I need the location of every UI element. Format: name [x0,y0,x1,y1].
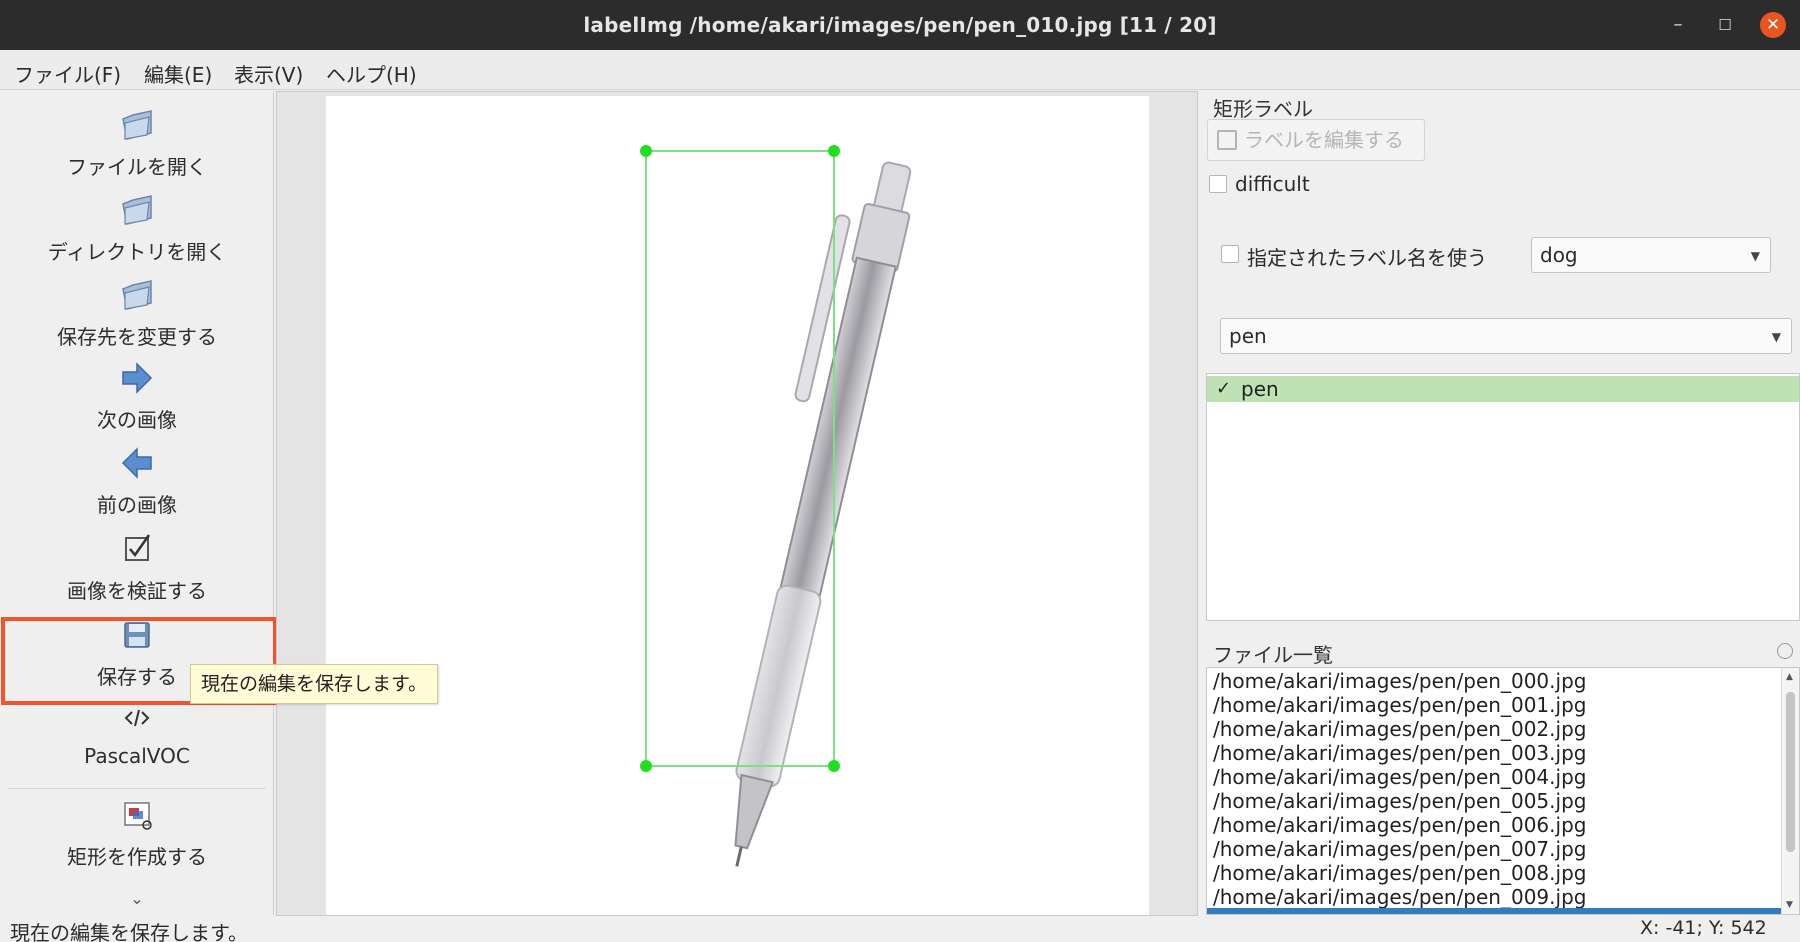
prev-image-button[interactable]: 前の画像 [0,439,274,523]
file-list-item[interactable]: /home/akari/images/pen/pen_008.jpg [1213,861,1586,885]
open-dir-button[interactable]: ディレクトリを開く [0,186,274,270]
bounding-box[interactable] [645,150,835,767]
toolbar-more-icon[interactable]: ⌄ [0,889,274,908]
chevron-down-icon: ▼ [1750,249,1760,263]
label-item-text: pen [1241,377,1279,401]
cursor-position: X: -41; Y: 542 [1640,917,1767,939]
file-list-item[interactable]: /home/akari/images/pen/pen_009.jpg [1213,885,1586,909]
file-list-item[interactable]: /home/akari/images/pen/pen_001.jpg [1213,693,1586,717]
next-image-button[interactable]: 次の画像 [0,354,274,438]
edit-label-text: ラベルを編集する [1244,128,1404,152]
verify-image-button[interactable]: 画像を検証する [0,525,274,609]
file-list-item[interactable]: /home/akari/images/pen/pen_005.jpg [1213,789,1586,813]
arrow-right-icon [122,362,153,394]
change-save-dir-label: 保存先を変更する [57,325,217,349]
scroll-down-icon[interactable]: ▼ [1786,900,1793,910]
label-combo[interactable]: pen ▼ [1220,318,1792,354]
file-list-item[interactable]: /home/akari/images/pen/pen_003.jpg [1213,741,1586,765]
box-handle-top-right[interactable] [828,145,840,157]
file-list-scrollbar[interactable]: ▲ ▼ [1781,668,1799,914]
label-combo-value: pen [1229,324,1267,348]
minimize-button[interactable]: – [1665,12,1691,38]
file-list-item[interactable]: /home/akari/images/pen/pen_000.jpg [1213,669,1586,693]
open-dir-label: ディレクトリを開く [47,240,227,264]
file-list-item[interactable]: /home/akari/images/pen/pen_004.jpg [1213,765,1586,789]
status-bar: 現在の編集を保存します。 X: -41; Y: 542 [0,916,1800,942]
format-label: PascalVOC [84,744,190,768]
box-handle-bottom-left[interactable] [640,760,652,772]
window-title: labelImg /home/akari/images/pen/pen_010.… [583,13,1217,37]
draw-rectangle-icon [124,802,152,830]
title-bar: labelImg /home/akari/images/pen/pen_010.… [0,0,1800,50]
check-icon[interactable]: ✓ [1216,378,1231,399]
menu-view[interactable]: 表示(V) [234,59,303,88]
default-label-value: dog [1540,243,1578,267]
image-area[interactable] [326,96,1149,915]
edit-label-button[interactable]: ラベルを編集する [1207,119,1425,161]
checkbox-icon [125,534,151,561]
scrollbar-thumb[interactable] [1786,692,1795,852]
file-list-item[interactable]: /home/akari/images/pen/pen_002.jpg [1213,717,1586,741]
default-label-combo[interactable]: dog ▼ [1531,237,1771,273]
save-tooltip: 現在の編集を保存します。 [190,664,439,704]
use-default-label-text: 指定されたラベル名を使う [1247,246,1487,270]
label-list[interactable]: ✓ pen [1206,373,1800,621]
use-default-label-checkbox[interactable] [1221,245,1239,263]
file-list-item[interactable]: /home/akari/images/pen/pen_006.jpg [1213,813,1586,837]
maximize-button[interactable]: ☐ [1712,12,1738,38]
pen-image [640,145,912,867]
scroll-up-icon[interactable]: ▲ [1786,672,1793,682]
format-toggle-button[interactable]: PascalVOC [0,694,274,778]
prev-image-label: 前の画像 [97,493,177,517]
verify-image-label: 画像を検証する [67,579,207,603]
status-message: 現在の編集を保存します。 [10,921,248,942]
box-handle-bottom-right[interactable] [828,760,840,772]
toolbar: ファイルを開く ディレクトリを開く 保存先を変更する 次の画像 前の画像 画像を… [0,91,274,916]
open-file-button[interactable]: ファイルを開く [0,101,274,185]
pen-drawing [734,161,912,867]
menu-file[interactable]: ファイル(F) [14,59,121,88]
label-list-item[interactable]: ✓ pen [1207,376,1799,402]
box-labels-title: 矩形ラベル [1213,97,1313,121]
next-image-label: 次の画像 [97,408,177,432]
menu-bar: ファイル(F) 編集(E) 表示(V) ヘルプ(H) [0,50,1800,90]
close-button[interactable]: ✕ [1760,12,1786,38]
file-list-title: ファイル一覧 [1213,643,1333,667]
folder-icon [122,110,152,140]
file-list[interactable]: /home/akari/images/pen/pen_000.jpg /home… [1206,667,1800,915]
float-dock-icon[interactable] [1777,643,1793,659]
folder-icon [122,195,152,225]
open-file-label: ファイルを開く [67,155,207,179]
right-dock: 矩形ラベル ラベルを編集する difficult 指定されたラベル名を使う do… [1199,91,1800,916]
create-rect-label: 矩形を作成する [67,845,207,869]
box-handle-top-left[interactable] [640,145,652,157]
toolbar-separator [8,788,266,789]
menu-edit[interactable]: 編集(E) [144,59,212,88]
create-rect-button[interactable]: 矩形を作成する [0,791,274,875]
folder-icon [122,280,152,310]
chevron-down-icon: ▼ [1771,330,1781,344]
image-canvas[interactable] [276,91,1198,916]
file-list-item[interactable]: /home/akari/images/pen/pen_007.jpg [1213,837,1586,861]
menu-help[interactable]: ヘルプ(H) [326,59,417,88]
edit-icon [1217,130,1237,150]
arrow-left-icon [121,447,152,479]
change-save-dir-button[interactable]: 保存先を変更する [0,271,274,355]
difficult-checkbox[interactable] [1209,175,1227,193]
file-list-item-selected[interactable] [1207,908,1781,914]
difficult-label: difficult [1235,172,1310,196]
